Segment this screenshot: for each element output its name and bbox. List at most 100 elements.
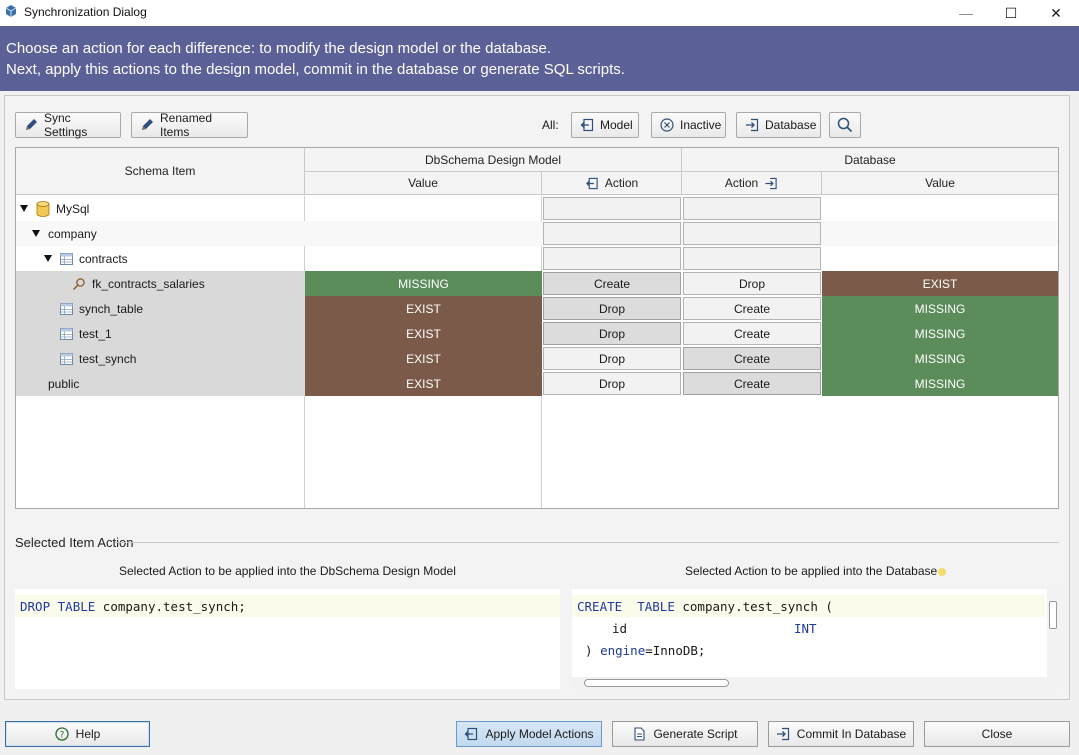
horizontal-scrollbar[interactable]	[572, 677, 1059, 689]
schema-item-cell[interactable]: synch_table	[16, 296, 305, 321]
model-sql-editor[interactable]: DROP TABLE company.test_synch;	[15, 589, 560, 689]
db-value-cell: MISSING	[822, 321, 1058, 346]
model-action-button[interactable]	[543, 197, 681, 220]
db-action-cell: Drop	[682, 271, 822, 296]
db-sql-editor[interactable]: CREATE TABLE company.test_synch ( id INT…	[572, 589, 1059, 689]
model-action-button[interactable]: Drop	[543, 372, 681, 395]
expand-triangle-icon[interactable]	[20, 205, 28, 212]
scrollbar-thumb[interactable]	[584, 679, 729, 687]
section-divider	[115, 542, 1059, 543]
close-window-button[interactable]: ✕	[1033, 0, 1079, 26]
table-row[interactable]: fk_contracts_salaries MISSING Create Drop EX…	[16, 271, 1058, 296]
all-inactive-button[interactable]: Inactive	[651, 112, 726, 138]
db-action-button[interactable]: Create	[683, 347, 821, 370]
db-action-button[interactable]: Drop	[683, 272, 821, 295]
model-arrow-icon	[465, 727, 478, 741]
db-action-button[interactable]: Create	[683, 322, 821, 345]
table-row[interactable]: contracts	[16, 246, 1058, 271]
schema-item-cell[interactable]: test_1	[16, 321, 305, 346]
expand-triangle-icon[interactable]	[44, 255, 52, 262]
sql-text: )	[585, 643, 593, 658]
schema-item-cell[interactable]: contracts	[16, 246, 305, 271]
all-database-label: Database	[765, 118, 817, 132]
model-action-button[interactable]	[543, 247, 681, 270]
model-action-button[interactable]: Create	[543, 272, 681, 295]
sql-keyword: TABLE	[57, 599, 96, 614]
model-action-button[interactable]	[543, 222, 681, 245]
db-action-button[interactable]: Create	[683, 372, 821, 395]
model-action-button[interactable]: Drop	[543, 297, 681, 320]
scrollbar-thumb[interactable]	[1049, 601, 1057, 629]
grid-body: MySql company contracts fk_contracts_salari…	[16, 196, 1058, 508]
commit-in-database-label: Commit In Database	[796, 727, 907, 741]
header-schema-item[interactable]: Schema Item	[16, 148, 305, 195]
table-icon	[60, 252, 73, 265]
sql-text: =InnoDB;	[645, 643, 706, 658]
maximize-button[interactable]: ☐	[988, 0, 1034, 26]
db-action-button[interactable]: Create	[683, 297, 821, 320]
table-row[interactable]: synch_table EXIST Drop Create MISSING	[16, 296, 1058, 321]
help-label: Help	[75, 727, 101, 741]
all-database-button[interactable]: Database	[736, 112, 821, 138]
table-row[interactable]: test_synch EXIST Drop Create MISSING	[16, 346, 1058, 371]
sync-settings-button[interactable]: Sync Settings	[15, 111, 121, 139]
schema-item-name: test_synch	[79, 351, 137, 366]
schema-item-cell[interactable]: company	[16, 221, 305, 246]
help-button[interactable]: ? Help	[5, 721, 150, 747]
table-row[interactable]: test_1 EXIST Drop Create MISSING	[16, 321, 1058, 346]
all-model-button[interactable]: Model	[571, 112, 639, 138]
database-arrow-icon	[776, 727, 789, 741]
header-db-value[interactable]: Value	[822, 172, 1058, 195]
vertical-scrollbar[interactable]	[1047, 589, 1059, 677]
minimize-icon: —	[959, 5, 973, 21]
header-db-action[interactable]: Action	[682, 172, 822, 195]
db-value-cell: MISSING	[822, 371, 1058, 396]
expand-triangle-icon[interactable]	[32, 230, 40, 237]
sql-text: company.test_synch;	[95, 599, 246, 614]
table-row[interactable]: company	[16, 221, 1058, 246]
db-action-cell	[682, 246, 822, 271]
database-arrow-icon	[746, 118, 759, 132]
schema-item-cell[interactable]: fk_contracts_salaries	[16, 271, 305, 296]
all-model-label: Model	[600, 118, 633, 132]
renamed-items-button[interactable]: Renamed Items	[131, 111, 248, 139]
all-inactive-label: Inactive	[680, 118, 722, 132]
sql-keyword: CREATE	[577, 599, 623, 614]
db-action-button[interactable]	[683, 247, 821, 270]
close-button[interactable]: Close	[924, 721, 1070, 747]
db-action-cell	[682, 221, 822, 246]
db-action-button[interactable]	[683, 197, 821, 220]
apply-model-actions-button[interactable]: Apply Model Actions	[456, 721, 602, 747]
search-button[interactable]	[829, 112, 861, 138]
header-model-value[interactable]: Value	[305, 172, 542, 195]
table-row[interactable]: public EXIST Drop Create MISSING	[16, 371, 1058, 396]
window-title: Synchronization Dialog	[24, 5, 147, 19]
model-value-cell	[305, 246, 542, 271]
schema-item-cell[interactable]: MySql	[16, 196, 305, 221]
model-value-cell: EXIST	[305, 346, 542, 371]
model-action-button[interactable]: Drop	[543, 347, 681, 370]
generate-script-button[interactable]: Generate Script	[612, 721, 758, 747]
schema-item-cell[interactable]: public	[16, 371, 305, 396]
schema-item-name: synch_table	[79, 301, 144, 316]
model-action-cell: Drop	[542, 346, 682, 371]
table-row[interactable]: MySql	[16, 196, 1058, 221]
model-arrow-icon	[585, 177, 598, 189]
db-action-cell: Create	[682, 296, 822, 321]
sql-file-icon	[634, 727, 646, 741]
db-action-button[interactable]	[683, 222, 821, 245]
pencil-icon	[142, 119, 153, 130]
schema-item-cell[interactable]: test_synch	[16, 346, 305, 371]
model-value-cell: MISSING	[305, 271, 542, 296]
header-model-action[interactable]: Action	[542, 172, 682, 195]
minimize-button[interactable]: —	[943, 0, 989, 26]
generate-script-label: Generate Script	[653, 727, 738, 741]
lightbulb-icon	[938, 568, 946, 576]
schema-item-name: test_1	[79, 326, 112, 341]
model-value-cell	[305, 221, 542, 246]
commit-in-database-button[interactable]: Commit In Database	[768, 721, 914, 747]
model-action-cell: Drop	[542, 371, 682, 396]
title-bar: Synchronization Dialog — ☐ ✕	[0, 0, 1079, 26]
model-action-cell: Create	[542, 271, 682, 296]
model-action-button[interactable]: Drop	[543, 322, 681, 345]
